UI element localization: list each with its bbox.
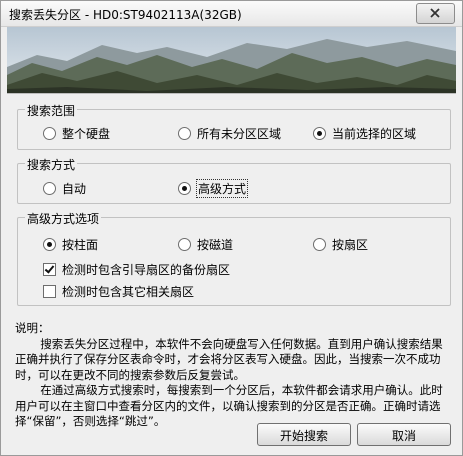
window-title: 搜索丢失分区 - HD0:ST9402113A(32GB) (9, 8, 242, 22)
description-heading: 说明： (15, 321, 50, 335)
radio-current-selection-indicator[interactable] (313, 127, 326, 140)
check-include-boot-backup-label: 检测时包含引导扇区的备份扇区 (62, 263, 231, 277)
radio-by-track-indicator[interactable] (178, 238, 191, 251)
radio-by-track-label: 按磁道 (197, 238, 234, 252)
radio-advanced[interactable]: 高级方式 (178, 179, 249, 198)
radio-auto[interactable]: 自动 (43, 180, 86, 197)
cancel-button[interactable]: 取消 (357, 423, 451, 446)
close-button[interactable] (416, 3, 455, 24)
radio-advanced-label: 高级方式 (195, 179, 249, 198)
start-search-button[interactable]: 开始搜索 (257, 423, 351, 446)
radio-auto-label: 自动 (62, 182, 87, 196)
search-lost-partition-dialog: 搜索丢失分区 - HD0:ST9402113A(32GB) 搜索范围 整个硬盘 … (0, 0, 463, 456)
advanced-options-group: 高级方式选项 按柱面 按磁道 按扇区 检测时包含引导扇区的备份扇区 检测时包含其… (17, 210, 451, 306)
radio-by-sector-indicator[interactable] (313, 238, 326, 251)
search-mode-title: 搜索方式 (25, 156, 78, 173)
advanced-options-title: 高级方式选项 (25, 210, 102, 227)
radio-whole-disk-indicator[interactable] (43, 127, 56, 140)
radio-all-unpartitioned-label: 所有未分区区域 (197, 127, 282, 141)
check-include-related-sectors[interactable]: 检测时包含其它相关扇区 (43, 283, 194, 300)
radio-all-unpartitioned[interactable]: 所有未分区区域 (178, 125, 281, 142)
mountain-landscape-banner (7, 27, 456, 94)
search-range-group: 搜索范围 整个硬盘 所有未分区区域 当前选择的区域 (17, 102, 451, 150)
description-paragraph-1: 搜索丢失分区过程中，本软件不会向硬盘写入任何数据。直到用户确认搜索结果正确并执行… (15, 336, 443, 382)
radio-whole-disk[interactable]: 整个硬盘 (43, 125, 110, 142)
radio-all-unpartitioned-indicator[interactable] (178, 127, 191, 140)
radio-current-selection-label: 当前选择的区域 (332, 127, 417, 141)
radio-by-cylinder-indicator[interactable] (43, 238, 56, 251)
search-mode-group: 搜索方式 自动 高级方式 (17, 156, 451, 204)
check-include-related-sectors-box[interactable] (43, 285, 56, 298)
check-include-boot-backup[interactable]: 检测时包含引导扇区的备份扇区 (43, 261, 230, 278)
radio-by-track[interactable]: 按磁道 (178, 236, 233, 253)
check-include-boot-backup-box[interactable] (43, 263, 56, 276)
radio-current-selection[interactable]: 当前选择的区域 (313, 125, 416, 142)
radio-by-cylinder-label: 按柱面 (62, 238, 99, 252)
radio-whole-disk-label: 整个硬盘 (62, 127, 111, 141)
search-range-title: 搜索范围 (25, 102, 78, 119)
close-icon (430, 8, 440, 18)
title-bar: 搜索丢失分区 - HD0:ST9402113A(32GB) (1, 1, 462, 27)
radio-auto-indicator[interactable] (43, 182, 56, 195)
radio-advanced-indicator[interactable] (178, 182, 191, 195)
check-include-related-sectors-label: 检测时包含其它相关扇区 (62, 285, 195, 299)
description-text: 说明： 搜索丢失分区过程中，本软件不会向硬盘写入任何数据。直到用户确认搜索结果正… (15, 321, 451, 430)
radio-by-sector-label: 按扇区 (332, 238, 369, 252)
radio-by-cylinder[interactable]: 按柱面 (43, 236, 98, 253)
radio-by-sector[interactable]: 按扇区 (313, 236, 368, 253)
